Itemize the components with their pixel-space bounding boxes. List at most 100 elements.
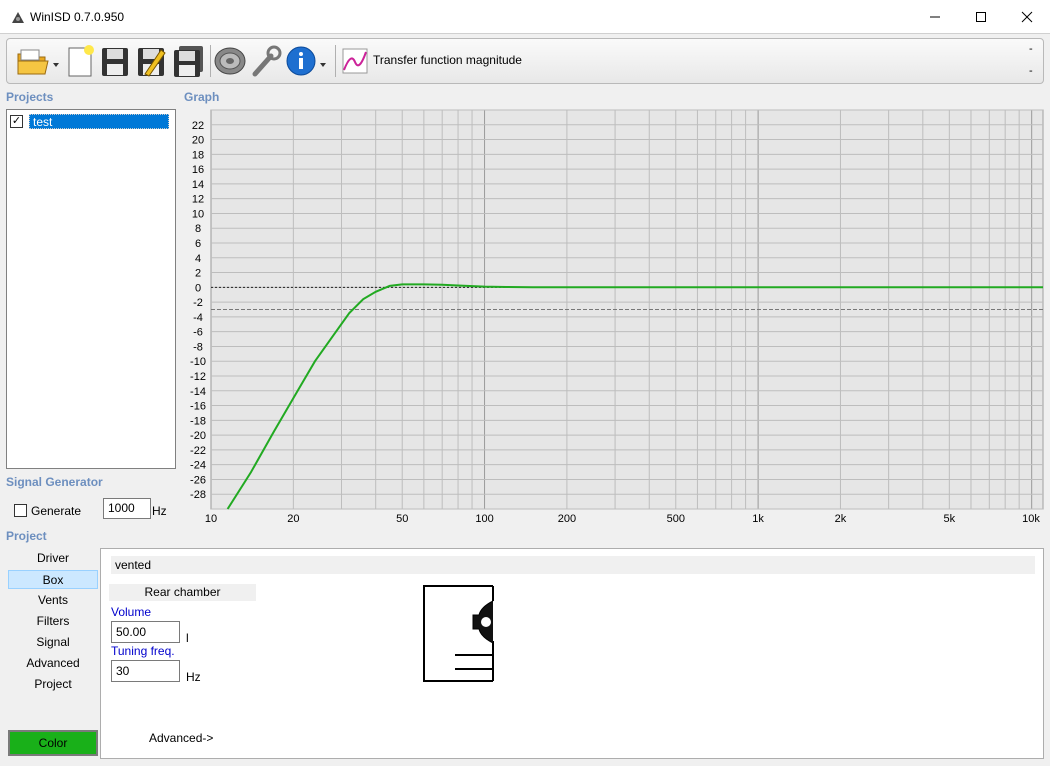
y-tick-label: 4 [195,253,201,265]
volume-input[interactable]: 50.00 [111,621,180,643]
info-button[interactable] [285,44,331,78]
nav-advanced[interactable]: Advanced [8,654,98,673]
new-project-icon [68,45,94,77]
rear-chamber-header: Rear chamber [109,584,256,601]
open-button[interactable] [15,44,61,78]
y-tick-label: 6 [195,238,201,250]
nav-driver[interactable]: Driver [8,549,98,568]
graph-selector-label[interactable]: Transfer function magnitude [373,53,522,67]
nav-project[interactable]: Project [8,675,98,694]
graph-icon [342,48,368,74]
x-tick-label: 20 [287,513,299,524]
tuning-freq-label: Tuning freq. [111,644,175,658]
frequency-input[interactable]: 1000 [103,498,151,519]
signal-generator-label: Signal Generator [6,475,103,489]
list-item[interactable]: ✓ test [10,113,169,130]
open-folder-icon [17,49,59,75]
graph-selector-button[interactable] [341,44,369,78]
y-tick-label: -4 [193,312,203,324]
project-checkbox[interactable]: ✓ [10,115,23,128]
nav-filters[interactable]: Filters [8,612,98,631]
y-tick-label: -22 [190,445,206,457]
y-tick-label: -20 [190,430,206,442]
graph-label: Graph [184,90,220,104]
driver-button[interactable] [213,44,247,78]
x-tick-label: 10 [205,513,217,524]
toolbar-dash-top: - [1029,43,1033,55]
color-button[interactable]: Color [8,730,98,756]
y-tick-label: -6 [193,327,203,339]
advanced-link[interactable]: Advanced-> [149,731,213,745]
tuning-freq-unit: Hz [186,670,201,684]
tools-icon [252,45,282,77]
y-tick-label: -10 [190,356,206,368]
y-tick-label: -28 [190,489,206,501]
y-tick-label: -2 [193,297,203,309]
minimize-icon [930,16,940,18]
x-tick-label: 10k [1022,513,1040,524]
y-tick-label: -14 [190,386,206,398]
toolbar-dash-bottom: - [1029,65,1033,77]
save-all-icon [174,46,203,77]
save-all-button[interactable] [171,44,207,78]
driver-icon [214,47,246,75]
toolbar-separator [335,45,336,77]
nav-vents[interactable]: Vents [8,591,98,610]
save-button[interactable] [99,44,131,78]
nav-box[interactable]: Box [8,570,98,589]
y-tick-label: 2 [195,268,201,280]
generate-label: Generate [31,504,82,518]
x-tick-label: 500 [667,513,685,524]
tools-button[interactable] [249,44,283,78]
projects-list[interactable]: ✓ test [6,109,176,469]
nav-signal[interactable]: Signal [8,633,98,652]
y-tick-label: -26 [190,474,206,486]
box-panel: vented Rear chamber Volume 50.00 l Tunin… [100,548,1044,759]
frequency-unit: Hz [152,504,167,518]
volume-unit: l [186,631,189,645]
y-tick-label: -18 [190,415,206,427]
y-tick-label: -8 [193,341,203,353]
volume-label: Volume [111,605,152,619]
x-tick-label: 100 [475,513,493,524]
x-tick-label: 2k [835,513,847,524]
project-name[interactable]: test [29,114,169,129]
generate-checkbox[interactable] [14,504,27,517]
info-icon [286,46,326,76]
x-tick-label: 50 [396,513,408,524]
y-tick-label: 20 [192,135,204,147]
transfer-function-graph[interactable]: 2220181614121086420-2-4-6-8-10-12-14-16-… [183,109,1044,524]
maximize-icon [976,12,986,22]
toolbar-separator [210,45,211,77]
x-tick-label: 1k [752,513,764,524]
tuning-freq-input[interactable]: 30 [111,660,180,682]
maximize-button[interactable] [958,0,1004,34]
close-button[interactable] [1004,0,1050,34]
vented-box-diagram [423,585,494,682]
main-toolbar: Transfer function magnitude - - [6,38,1044,84]
window-title: WinISD 0.7.0.950 [30,10,125,24]
close-icon [1021,11,1033,23]
new-project-button[interactable] [65,44,95,78]
box-type-selector[interactable]: vented [111,556,1035,574]
save-as-icon [138,48,166,77]
y-tick-label: 8 [195,223,201,235]
y-tick-label: 12 [192,194,204,206]
y-tick-label: 16 [192,164,204,176]
y-tick-label: 18 [192,149,204,161]
save-icon [102,48,128,76]
y-tick-label: -12 [190,371,206,383]
project-section-label: Project [6,529,47,543]
x-tick-label: 200 [558,513,576,524]
save-as-button[interactable] [135,44,167,78]
projects-label: Projects [6,90,54,104]
y-tick-label: 0 [195,282,201,294]
title-bar: WinISD 0.7.0.950 [0,0,1050,34]
app-icon [12,12,24,23]
y-tick-label: 10 [192,208,204,220]
y-tick-label: -16 [190,401,206,413]
y-tick-label: 14 [192,179,204,191]
x-tick-label: 5k [944,513,956,524]
y-tick-label: -24 [190,460,206,472]
minimize-button[interactable] [912,0,958,34]
